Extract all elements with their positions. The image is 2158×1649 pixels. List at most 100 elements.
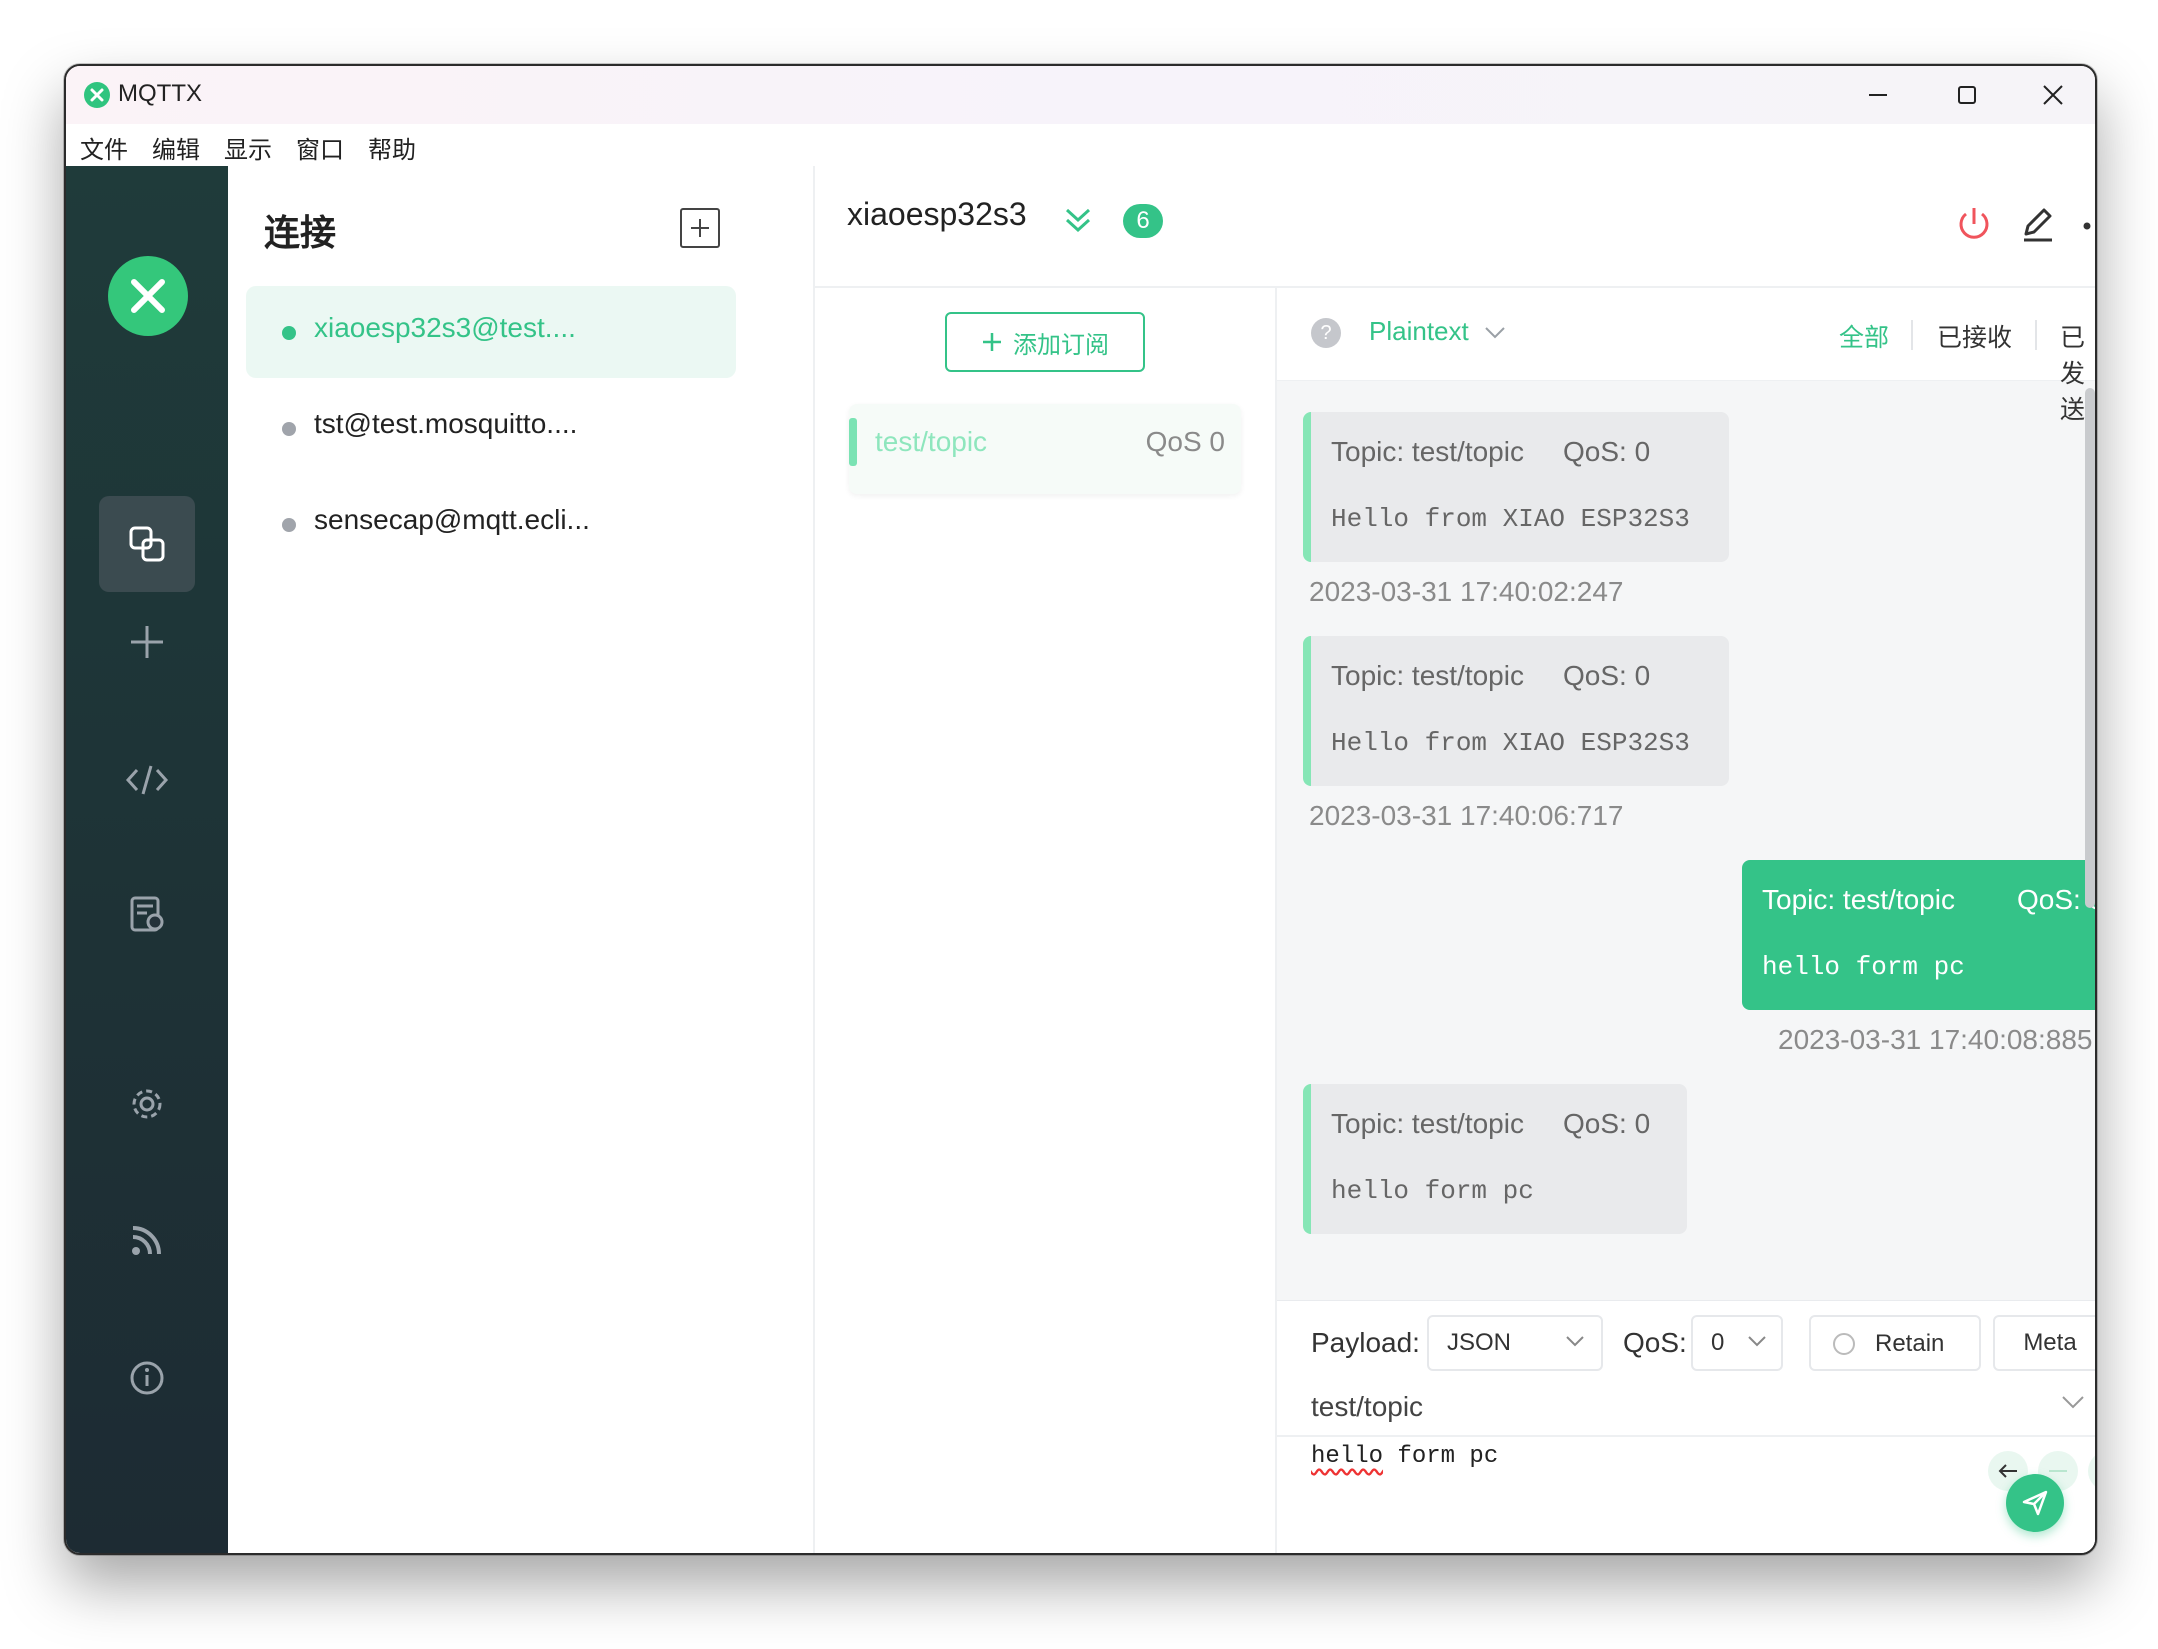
qos-select[interactable]: 0 — [1691, 1315, 1783, 1371]
connection-label: tst@test.mosquitto.... — [314, 408, 578, 439]
connection-label: xiaoesp32s3@test.... — [314, 312, 576, 343]
history-forward-button[interactable] — [2088, 1451, 2095, 1491]
status-dot — [282, 422, 296, 436]
connection-item[interactable]: xiaoesp32s3@test.... — [246, 286, 736, 378]
connection-name: xiaoesp32s3 — [847, 196, 1027, 232]
subscription-item[interactable]: test/topic QoS 0 — [849, 404, 1241, 494]
payload-format-value: Plaintext — [1369, 316, 1469, 346]
filter-all-tab[interactable]: 全部 — [1839, 318, 1889, 354]
menu-file[interactable]: 文件 — [80, 130, 128, 165]
message-text: form pc — [1383, 1443, 1499, 1470]
arrow-left-icon — [1998, 1464, 2017, 1478]
help-icon[interactable]: ? — [1311, 318, 1341, 348]
connection-header: xiaoesp32s3 6 — [815, 166, 2095, 288]
received-message: Topic: test/topic QoS: 0 Hello from XIAO… — [1303, 412, 1729, 562]
message-time: 2023-03-31 17:40:08:885 — [1778, 1024, 2093, 1055]
collapse-toggle[interactable] — [1063, 206, 1093, 239]
retain-radio[interactable] — [1833, 1333, 1855, 1355]
message-time: 2023-03-31 17:40:02:247 — [1309, 576, 1624, 607]
send-icon — [2022, 1490, 2048, 1516]
subscriptions-panel: 添加订阅 test/topic QoS 0 — [815, 288, 1277, 1553]
code-icon — [125, 765, 169, 795]
messages-scrollbar[interactable] — [2083, 380, 2095, 1220]
app-window: MQTTX 文件 编辑 显示 窗口 帮助 连接 xiaoesp32s3@test… — [64, 64, 2097, 1555]
message-payload: hello form pc — [1331, 1176, 1534, 1206]
mqttx-logo-icon — [108, 256, 188, 336]
received-message: Topic: test/topic QoS: 0 Hello from XIAO… — [1303, 636, 1729, 786]
maximize-button[interactable] — [1922, 66, 2012, 124]
filter-divider — [1911, 320, 1913, 350]
more-icon — [2083, 222, 2091, 230]
qos-label: QoS: — [1623, 1327, 1687, 1358]
payload-type-value: JSON — [1447, 1329, 1512, 1356]
connection-item[interactable]: tst@test.mosquitto.... — [246, 382, 736, 474]
plus-icon — [691, 219, 709, 237]
add-subscription-button[interactable]: 添加订阅 — [945, 312, 1145, 372]
publish-area: Payload: JSON QoS: 0 Retain Meta test/to… — [1277, 1300, 2095, 1553]
message-topic: Topic: test/topic — [1331, 436, 1524, 467]
qos-value: 0 — [1711, 1329, 1725, 1356]
nav-rail — [66, 166, 228, 1553]
nav-log-button[interactable] — [99, 866, 195, 962]
subscription-qos: QoS 0 — [1145, 426, 1225, 457]
nav-connections-button[interactable] — [99, 496, 195, 592]
retain-toggle[interactable]: Retain — [1809, 1315, 1981, 1371]
chevron-down-icon — [1485, 327, 1505, 339]
topic-history-dropdown[interactable] — [2061, 1395, 2085, 1416]
message-time: 2023-03-31 17:40:06:717 — [1309, 800, 1624, 831]
connection-item[interactable]: sensecap@mqtt.ecli... — [246, 478, 736, 570]
filter-received-tab[interactable]: 已接收 — [1937, 318, 2012, 354]
minimize-icon — [1869, 94, 1887, 96]
scrollbar-thumb[interactable] — [2085, 388, 2095, 908]
received-message: Topic: test/topic QoS: 0 hello form pc — [1303, 1084, 1687, 1234]
menu-help[interactable]: 帮助 — [368, 130, 416, 165]
subscription-topic: test/topic — [875, 426, 988, 457]
double-chevron-down-icon — [1065, 208, 1091, 233]
menu-window[interactable]: 窗口 — [296, 130, 344, 165]
message-payload: Hello from XIAO ESP32S3 — [1331, 728, 1690, 758]
message-topic: Topic: test/topic — [1331, 660, 1524, 691]
meta-button[interactable]: Meta — [1993, 1315, 2095, 1371]
chevron-down-icon — [1566, 1336, 1584, 1347]
subscription-color-bar — [849, 418, 857, 466]
title-bar: MQTTX — [66, 66, 2095, 124]
payload-format-select[interactable]: Plaintext — [1369, 316, 1506, 347]
message-topic: Topic: test/topic — [1331, 1108, 1524, 1139]
publish-topic-input[interactable]: test/topic — [1311, 1391, 1423, 1423]
add-connection-button[interactable] — [680, 208, 720, 248]
payload-label: Payload: — [1311, 1327, 1420, 1358]
message-topic: Topic: test/topic — [1762, 884, 1955, 915]
message-qos: QoS: 0 — [1563, 1108, 1651, 1139]
publish-message-editor[interactable]: hello form pc — [1311, 1443, 1498, 1470]
sent-message: Topic: test/topic QoS: 0 hello form pc — [1742, 860, 2095, 1010]
rss-icon — [132, 1226, 161, 1255]
nav-about-button[interactable] — [99, 1330, 195, 1426]
nav-new-connection-button[interactable] — [99, 594, 195, 690]
nav-about-mqtt-button[interactable] — [99, 1192, 195, 1288]
log-icon — [130, 896, 164, 932]
mqttx-logo-icon — [84, 82, 110, 108]
menu-view[interactable]: 显示 — [224, 130, 272, 165]
close-icon — [2043, 85, 2063, 105]
maximize-icon — [1958, 86, 1976, 104]
send-message-button[interactable] — [2006, 1474, 2064, 1532]
nav-script-button[interactable] — [99, 732, 195, 828]
more-options-button[interactable] — [2081, 206, 2095, 251]
payload-type-select[interactable]: JSON — [1427, 1315, 1603, 1371]
connections-panel: 连接 xiaoesp32s3@test.... tst@test.mosquit… — [228, 166, 815, 1553]
message-payload: Hello from XIAO ESP32S3 — [1331, 504, 1690, 534]
menu-edit[interactable]: 编辑 — [152, 130, 200, 165]
connections-icon — [129, 526, 165, 562]
chevron-down-icon — [2062, 1396, 2084, 1409]
retain-label: Retain — [1875, 1330, 1945, 1357]
publish-divider — [1277, 1435, 2095, 1437]
edit-connection-button[interactable] — [2018, 204, 2058, 249]
chevron-down-icon — [1748, 1336, 1766, 1347]
minimize-button[interactable] — [1833, 66, 1923, 124]
message-text-misspelled: hello — [1311, 1443, 1384, 1470]
nav-settings-button[interactable] — [99, 1056, 195, 1152]
disconnect-button[interactable] — [1954, 204, 1994, 249]
messages-toolbar: ? Plaintext 全部 已接收 已发送 — [1277, 288, 2095, 424]
close-button[interactable] — [2008, 66, 2095, 124]
messages-area: ? Plaintext 全部 已接收 已发送 Topic: test/topic… — [1277, 288, 2095, 1553]
